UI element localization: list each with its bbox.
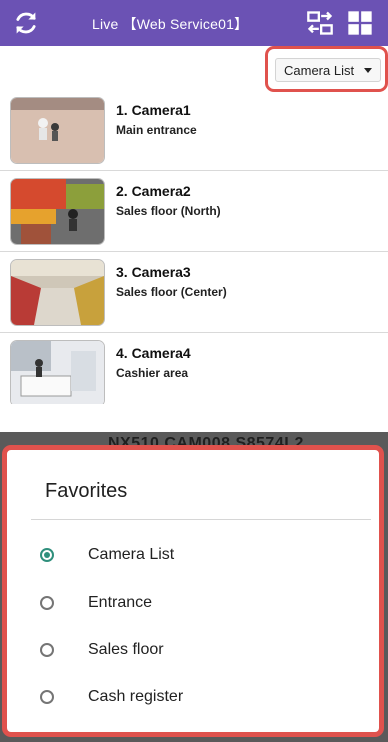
dialog-title: Favorites bbox=[45, 480, 128, 502]
refresh-icon[interactable] bbox=[12, 9, 40, 37]
camera-location: Cashier area bbox=[116, 366, 189, 380]
option-label: Sales floor bbox=[88, 641, 164, 658]
camera-thumbnail[interactable] bbox=[10, 340, 105, 407]
camera-name: 1. Camera1 bbox=[116, 102, 191, 118]
radio-selected-icon[interactable] bbox=[40, 548, 54, 562]
grid-layout-icon[interactable] bbox=[346, 9, 374, 37]
camera-row[interactable]: 4. Camera4 Cashier area bbox=[0, 333, 388, 414]
camera-name: 2. Camera2 bbox=[116, 183, 191, 199]
camera-row[interactable]: 3. Camera3 Sales floor (Center) bbox=[0, 252, 388, 333]
option-label: Entrance bbox=[88, 594, 153, 611]
radio-icon[interactable] bbox=[40, 690, 54, 704]
option-label: Cash register bbox=[88, 688, 184, 705]
switch-user-icon[interactable] bbox=[306, 9, 334, 37]
chevron-down-icon bbox=[364, 68, 372, 73]
option-label: Camera List bbox=[88, 546, 175, 563]
radio-icon[interactable] bbox=[40, 643, 54, 657]
camera-name: 4. Camera4 bbox=[116, 345, 191, 361]
camera-row[interactable]: 1. Camera1 Main entrance bbox=[0, 90, 388, 171]
camera-row[interactable]: 2. Camera2 Sales floor (North) bbox=[0, 171, 388, 252]
camera-list-dropdown[interactable]: Camera List bbox=[275, 58, 381, 82]
radio-icon[interactable] bbox=[40, 596, 54, 610]
favorite-option-camera-list[interactable]: Camera List bbox=[40, 545, 340, 575]
app-header: Live 【Web Service01】 bbox=[0, 0, 388, 46]
favorite-option-cash-register[interactable]: Cash register bbox=[40, 687, 340, 717]
camera-list: 1. Camera1 Main entrance 2. Camera2 Sale… bbox=[0, 90, 388, 414]
dialog-divider bbox=[31, 519, 371, 520]
favorite-option-entrance[interactable]: Entrance bbox=[40, 593, 340, 623]
camera-name: 3. Camera3 bbox=[116, 264, 191, 280]
favorite-option-sales-floor[interactable]: Sales floor bbox=[40, 640, 340, 670]
camera-location: Main entrance bbox=[116, 123, 197, 137]
dropdown-value: Camera List bbox=[284, 63, 355, 78]
favorites-dialog: Favorites Camera List Entrance Sales flo… bbox=[2, 445, 384, 737]
camera-thumbnail[interactable] bbox=[10, 178, 105, 245]
camera-thumbnail[interactable] bbox=[10, 97, 105, 164]
camera-thumbnail[interactable] bbox=[10, 259, 105, 326]
camera-list-selector-highlight: Camera List bbox=[265, 46, 388, 92]
camera-location: Sales floor (North) bbox=[116, 204, 221, 218]
page-title: Live 【Web Service01】 bbox=[92, 16, 249, 32]
list-spacer bbox=[0, 404, 388, 432]
camera-location: Sales floor (Center) bbox=[116, 285, 227, 299]
